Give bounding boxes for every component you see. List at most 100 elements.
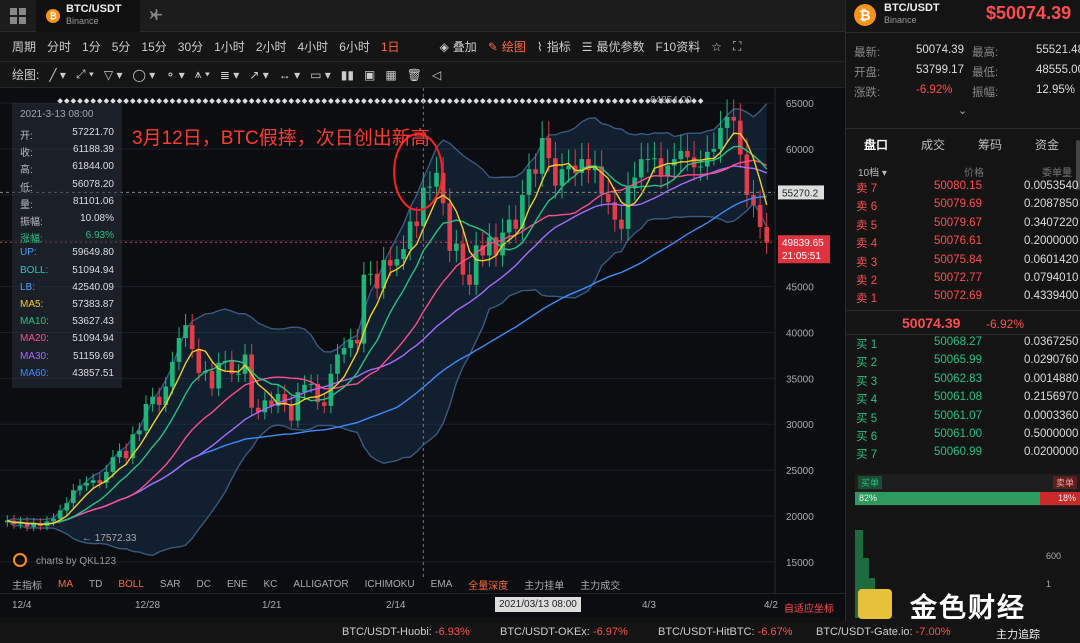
arrow-tool-icon[interactable]: ↗ ▾ bbox=[249, 68, 268, 82]
panel-tab[interactable]: 筹码 bbox=[978, 136, 1002, 153]
order-row[interactable]: 卖 1 50072.69 0.4339400 bbox=[854, 290, 1079, 308]
candle bbox=[454, 243, 459, 251]
candle bbox=[143, 404, 149, 431]
expand-icon[interactable]: ⌄ bbox=[958, 104, 967, 117]
info-value: 57221.70 bbox=[72, 127, 114, 138]
order-row[interactable]: 卖 4 50076.61 0.2000000 bbox=[854, 235, 1079, 253]
price-chart[interactable]: 6500060000550005000045000400003500030000… bbox=[0, 88, 845, 593]
period-1m[interactable]: 1分 bbox=[82, 38, 101, 55]
main-force-tracking[interactable]: 主力追踪 bbox=[996, 626, 1040, 642]
ticker-item[interactable]: BTC/USDT-Huobi: -6.93% bbox=[342, 626, 470, 638]
indicator-tab[interactable]: DC bbox=[196, 579, 210, 590]
pattern-tool-icon[interactable]: ⩚ ▾ bbox=[195, 67, 210, 82]
indicator-tab[interactable]: 主力成交 bbox=[580, 577, 620, 592]
candle bbox=[414, 221, 420, 227]
order-row[interactable]: 买 5 50061.07 0.0003360 bbox=[854, 410, 1079, 428]
period-1d[interactable]: 1日 bbox=[381, 38, 400, 55]
panel-tab[interactable]: 成交 bbox=[921, 136, 945, 153]
period-2h[interactable]: 2小时 bbox=[256, 38, 287, 55]
draw-icon[interactable]: ✎ bbox=[488, 40, 498, 54]
overlay-icon[interactable]: ◈ bbox=[440, 40, 449, 54]
indicator-tab[interactable]: BOLL bbox=[118, 579, 144, 590]
add-tab-icon[interactable]: + bbox=[150, 2, 163, 28]
channel-tool-icon[interactable]: ▽ ▾ bbox=[104, 68, 123, 82]
f10-button[interactable]: F10资料 bbox=[656, 38, 701, 55]
order-row[interactable]: 买 4 50061.08 0.2156970 bbox=[854, 391, 1079, 409]
info-value: 42540.09 bbox=[72, 281, 114, 293]
candle bbox=[751, 194, 756, 205]
candle bbox=[57, 510, 63, 519]
ticker-pair: BTC/USDT-Gate.io: bbox=[816, 626, 913, 638]
indicator-tab[interactable]: ALLIGATOR bbox=[293, 579, 348, 590]
order-row[interactable]: 卖 7 50080.15 0.0053540 bbox=[854, 180, 1079, 198]
order-level: 卖 1 bbox=[856, 293, 878, 306]
ticker-item[interactable]: BTC/USDT-HitBTC: -6.67% bbox=[658, 626, 792, 638]
candle bbox=[632, 177, 637, 188]
panel-tab[interactable]: 资金 bbox=[1035, 136, 1059, 153]
bar-tool-icon[interactable]: ▮▮ bbox=[341, 68, 354, 82]
circle-tool-icon[interactable]: ◯ ▾ bbox=[133, 68, 156, 82]
candle bbox=[341, 348, 347, 355]
info-value: 51159.69 bbox=[73, 350, 114, 362]
order-row[interactable]: 买 1 50068.27 0.0367250 bbox=[854, 336, 1079, 354]
order-row[interactable]: 卖 6 50079.69 0.2087850 bbox=[854, 198, 1079, 216]
period-30m[interactable]: 30分 bbox=[178, 38, 203, 55]
fib-tool-icon[interactable]: ≣ ▾ bbox=[220, 68, 239, 82]
order-row[interactable]: 买 6 50061.00 0.5000000 bbox=[854, 428, 1079, 446]
symbol-tab[interactable]: ₿ BTC/USDT Binance ✕ bbox=[36, 0, 160, 32]
indicator-tab[interactable]: 全量深度 bbox=[468, 577, 508, 592]
indicator-bar: 主指标 MA TD BOLL SAR DC ENE KC ALLIGATOR ICHIMOKU EM… bbox=[0, 576, 620, 592]
period-timeshare[interactable]: 分时 bbox=[47, 38, 71, 55]
candle bbox=[460, 243, 466, 275]
best-params-button[interactable]: 最优参数 bbox=[597, 38, 645, 55]
indicator-tab[interactable]: TD bbox=[89, 579, 102, 590]
ticker-item[interactable]: BTC/USDT-Gate.io: -7.00% bbox=[816, 626, 951, 638]
candle bbox=[698, 166, 703, 168]
line-tool-icon[interactable]: ╱ ▾ bbox=[49, 68, 66, 82]
image-tool-icon[interactable]: ▣ bbox=[364, 68, 375, 82]
grid-menu-icon[interactable] bbox=[10, 8, 26, 24]
panel-tab[interactable]: 盘口 bbox=[864, 136, 888, 153]
panel-tabs: 盘口 成交 筹码 资金 bbox=[846, 133, 1080, 155]
period-5m[interactable]: 5分 bbox=[112, 38, 131, 55]
order-row[interactable]: 买 3 50062.83 0.0014880 bbox=[854, 373, 1079, 391]
indicator-tab[interactable]: ENE bbox=[227, 579, 248, 590]
grid-tool-icon[interactable]: ▦ bbox=[385, 68, 396, 82]
fullscreen-icon[interactable]: ⛶ bbox=[733, 39, 741, 54]
comment-tool-icon[interactable]: ▭ ▾ bbox=[310, 68, 331, 82]
order-row[interactable]: 卖 5 50079.67 0.3407220 bbox=[854, 217, 1079, 235]
indicator-tab[interactable]: MA bbox=[58, 579, 73, 590]
period-4h[interactable]: 4小时 bbox=[298, 38, 329, 55]
order-row[interactable]: 卖 3 50075.84 0.0601420 bbox=[854, 254, 1079, 272]
order-row[interactable]: 买 7 50060.99 0.0200000 bbox=[854, 446, 1079, 464]
star-icon[interactable]: ☆ bbox=[711, 40, 722, 54]
node-tool-icon[interactable]: ⚬ ▾ bbox=[165, 68, 184, 82]
draw-button[interactable]: 绘图 bbox=[502, 38, 526, 55]
info-row: MA5: 57383.87 bbox=[20, 299, 114, 313]
ray-tool-icon[interactable]: ⤢ ▾ bbox=[76, 67, 94, 82]
levels-select[interactable]: 10档 ▾ bbox=[858, 164, 887, 179]
order-row[interactable]: 卖 2 50072.77 0.0794010 bbox=[854, 272, 1079, 290]
collapse-icon[interactable]: ◁ bbox=[432, 68, 441, 82]
auto-coord-button[interactable]: 自适应坐标 bbox=[784, 600, 834, 615]
candlestick-chart[interactable]: 6500060000550005000045000400003500030000… bbox=[0, 88, 845, 593]
period-6h[interactable]: 6小时 bbox=[339, 38, 370, 55]
indicator-tab: 主指标 bbox=[12, 580, 42, 592]
ticker-item[interactable]: BTC/USDT-OKEx: -6.97% bbox=[500, 626, 628, 638]
order-row[interactable]: 买 2 50065.99 0.0290760 bbox=[854, 354, 1079, 372]
period-1h[interactable]: 1小时 bbox=[214, 38, 245, 55]
candle bbox=[546, 138, 552, 159]
period-15m[interactable]: 15分 bbox=[141, 38, 166, 55]
trash-icon[interactable]: 🗑 bbox=[407, 68, 422, 82]
measure-tool-icon[interactable]: ↔ ▾ bbox=[279, 68, 300, 82]
indicator-tab[interactable]: EMA bbox=[431, 579, 453, 590]
indicator-tab[interactable]: SAR bbox=[160, 579, 181, 590]
stat-row: 开盘: 53799.17 最低: 48555.00 bbox=[854, 64, 1080, 82]
overlay-button[interactable]: 叠加 bbox=[453, 38, 477, 55]
indicator-tab[interactable]: 主力挂单 bbox=[524, 577, 564, 592]
indicator-icon[interactable]: ⌇ bbox=[537, 40, 543, 54]
params-icon[interactable]: ☰ bbox=[582, 40, 593, 54]
indicator-tab[interactable]: ICHIMOKU bbox=[365, 579, 415, 590]
indicator-tab[interactable]: KC bbox=[264, 579, 278, 590]
indicator-button[interactable]: 指标 bbox=[547, 38, 571, 55]
